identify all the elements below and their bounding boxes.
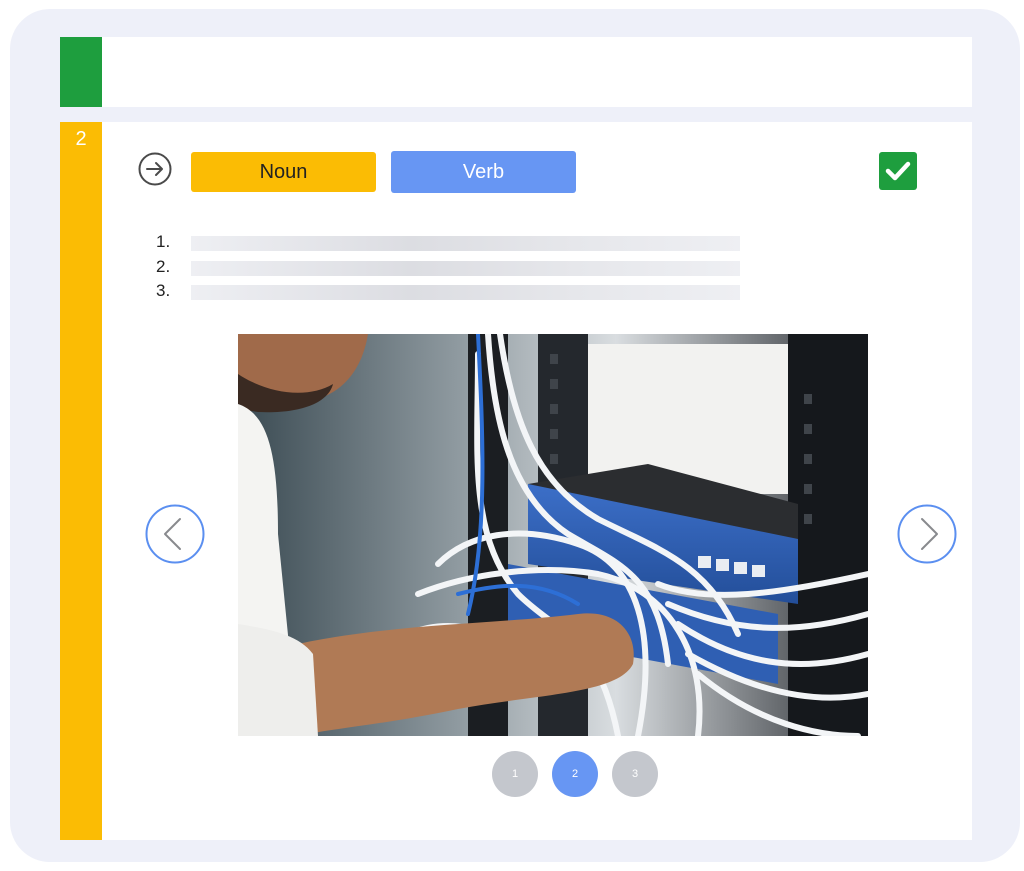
- page-dot-3[interactable]: 3: [612, 751, 658, 797]
- list-item-placeholder: [191, 261, 740, 276]
- page-dot-1[interactable]: 1: [492, 751, 538, 797]
- check-icon: [885, 161, 911, 181]
- chevron-right-icon[interactable]: [897, 504, 957, 564]
- chevron-left-icon[interactable]: [145, 504, 205, 564]
- main-card: 2 Noun Verb 1. 2. 3. 1 2 3: [60, 122, 972, 840]
- check-box[interactable]: [879, 152, 917, 190]
- main-color-strip: 2: [60, 122, 102, 840]
- list-item: 3.: [156, 281, 816, 301]
- list-item-number: 3.: [156, 281, 171, 300]
- server-rack-photo: [238, 334, 868, 736]
- pagination: 1 2 3: [492, 751, 658, 797]
- noun-button[interactable]: Noun: [191, 152, 376, 192]
- verb-button[interactable]: Verb: [391, 151, 576, 193]
- list-item-placeholder: [191, 285, 740, 300]
- top-card: [60, 37, 972, 107]
- list-item-placeholder: [191, 236, 740, 251]
- list-item-number: 2.: [156, 257, 171, 276]
- step-number: 2: [75, 128, 87, 150]
- page-dot-2[interactable]: 2: [552, 751, 598, 797]
- list-item: 1.: [156, 232, 816, 252]
- arrow-right-circle-icon[interactable]: [138, 152, 172, 186]
- list-item: 2.: [156, 257, 816, 277]
- top-color-strip: [60, 37, 102, 107]
- list-item-number: 1.: [156, 232, 171, 251]
